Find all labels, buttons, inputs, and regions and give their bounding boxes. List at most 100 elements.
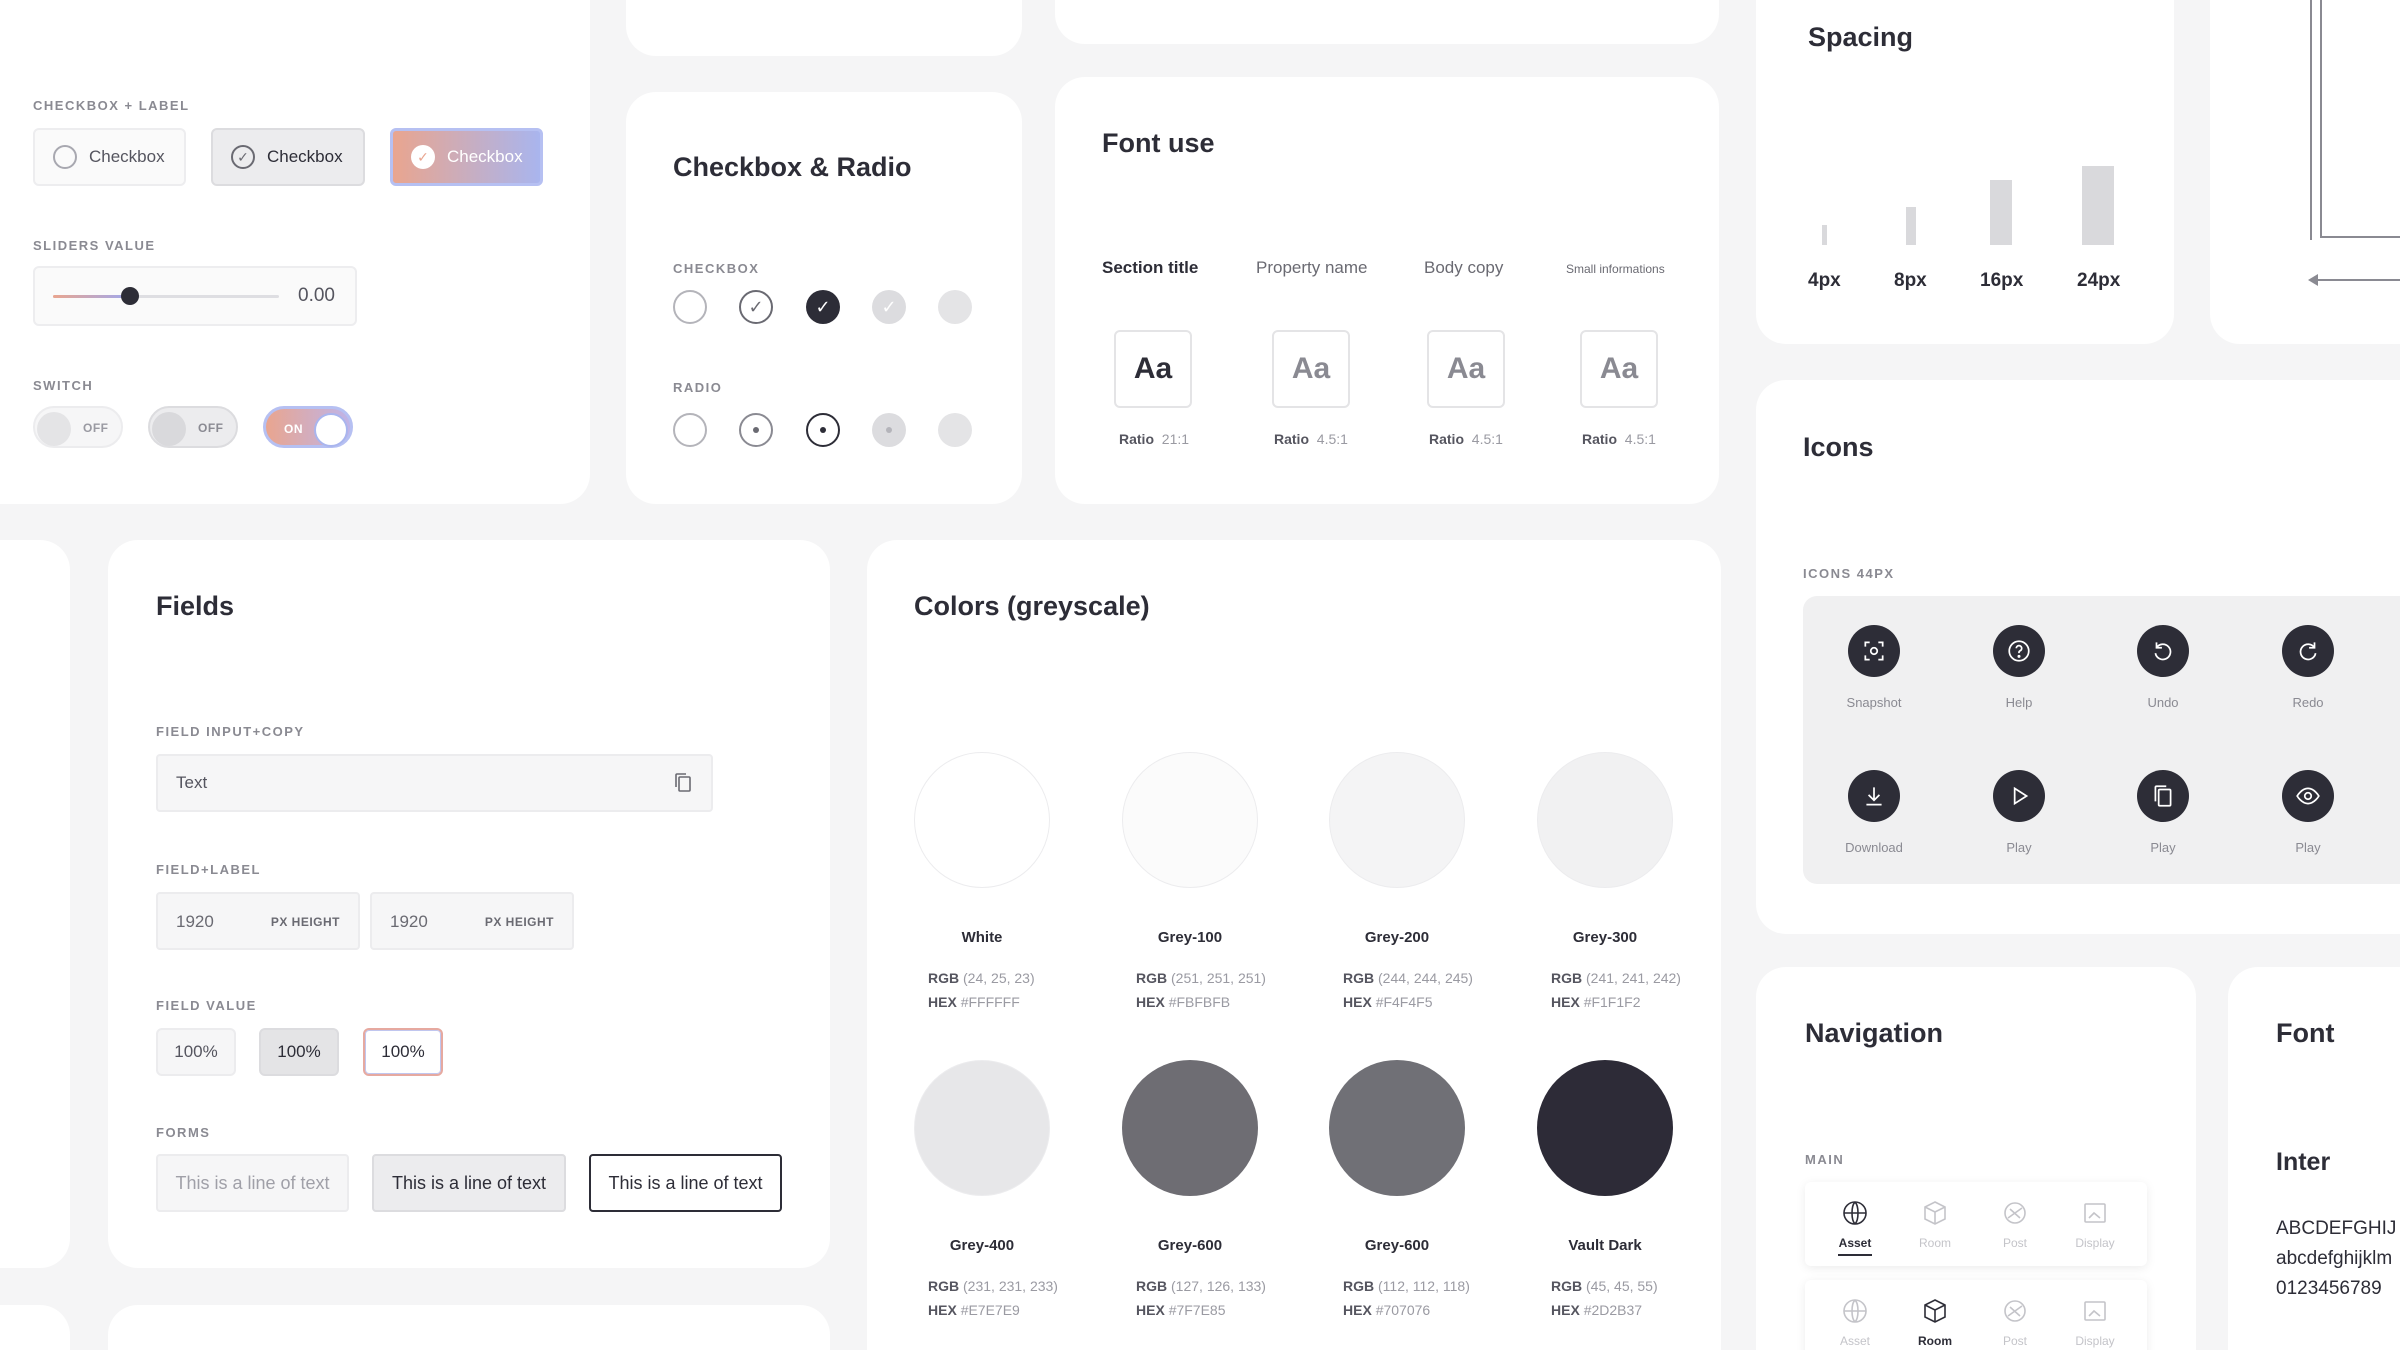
slider-value: 0.00 (298, 285, 335, 306)
slider-handle[interactable] (120, 287, 139, 305)
display-icon (2084, 1203, 2106, 1223)
room-icon (1924, 1299, 1946, 1323)
card-title: Checkbox & Radio (673, 152, 912, 182)
copy-icon[interactable] (673, 772, 693, 794)
number-field[interactable]: 1920 PX HEIGHT (156, 892, 360, 950)
field-unit: PX HEIGHT (270, 915, 340, 929)
checkbox-label-checked[interactable]: ✓ Checkbox (211, 128, 365, 186)
nav-item-label: Display (2075, 1334, 2115, 1348)
card-title: Colors (greyscale) (914, 591, 1150, 621)
switch-knob (37, 412, 71, 446)
swatch-rgb: RGB (45, 45, 55) (1551, 1278, 1658, 1294)
radio-selected-disabled[interactable] (872, 413, 906, 447)
play-icon[interactable] (1993, 770, 2045, 822)
value-field-hover[interactable]: 100% (259, 1028, 339, 1076)
value-field-default[interactable]: 100% (156, 1028, 236, 1076)
switch-state: ON (284, 422, 303, 436)
text-input-copy[interactable]: Text (156, 754, 713, 812)
color-swatch (1329, 752, 1465, 888)
slider-track[interactable] (53, 295, 279, 298)
swatch-rgb: RGB (231, 231, 233) (928, 1278, 1058, 1294)
swatch-name: Grey-600 (1157, 1237, 1223, 1254)
swatch-hex: HEX #7F7E85 (1136, 1302, 1226, 1318)
contrast-ratio: Ratio 4.5:1 (1582, 431, 1656, 447)
nav-item-label: Asset (1839, 1334, 1870, 1348)
checkbox-checked[interactable]: ✓ (739, 290, 773, 324)
form-input-active[interactable]: This is a line of text (589, 1154, 782, 1212)
switch-off[interactable]: OFF (33, 406, 123, 448)
font-use-head: Body copy (1424, 258, 1504, 277)
nav-item-label: Room (1918, 1236, 1951, 1250)
switch-on[interactable]: ON (263, 406, 353, 448)
diagram-line (2320, 0, 2322, 238)
font-sample: Aa (1427, 330, 1505, 408)
copy-icon[interactable] (2137, 770, 2189, 822)
icon-label: Redo (2292, 695, 2324, 710)
eye-icon[interactable] (2282, 770, 2334, 822)
checkbox-label-text: Checkbox (447, 147, 523, 166)
field-value: 1920 (390, 912, 428, 931)
icons-size-heading: ICONS 44PX (1803, 566, 1895, 581)
snapshot-icon[interactable] (1848, 625, 1900, 677)
checkbox-disabled[interactable] (938, 290, 972, 324)
card-title: Fields (156, 591, 235, 621)
nav-item-display[interactable]: Display (2063, 1198, 2127, 1250)
value-field-focus[interactable]: 100% (363, 1028, 443, 1076)
nav-item-display[interactable]: Display (2063, 1296, 2127, 1348)
swatch-name: Grey-100 (1157, 929, 1223, 946)
radio-selected[interactable] (739, 413, 773, 447)
swatch-name: Grey-300 (1572, 929, 1638, 946)
diagram-arrow (2310, 279, 2400, 281)
checkbox-checked-disabled[interactable]: ✓ (872, 290, 906, 324)
radio-disabled[interactable] (938, 413, 972, 447)
nav-item-asset[interactable]: Asset (1823, 1198, 1887, 1256)
asset-icon (1843, 1201, 1867, 1225)
icon-label: Snapshot (1846, 695, 1902, 710)
switch-state: OFF (83, 421, 109, 435)
diagram-line (2320, 236, 2400, 238)
color-swatch (1329, 1060, 1465, 1196)
number-field[interactable]: 1920 PX HEIGHT (370, 892, 574, 950)
form-input-hover[interactable]: This is a line of text (372, 1154, 566, 1212)
room-icon (1924, 1201, 1946, 1225)
card-title: Font use (1102, 128, 1215, 158)
nav-item-asset[interactable]: Asset (1823, 1296, 1887, 1348)
form-input-default[interactable]: This is a line of text (156, 1154, 349, 1212)
slider-fill (53, 295, 130, 298)
nav-item-label: Post (2002, 1236, 2027, 1250)
font-use-head: Property name (1256, 258, 1368, 277)
undo-icon[interactable] (2137, 625, 2189, 677)
font-use-head: Section title (1102, 258, 1199, 277)
field-unit: PX HEIGHT (484, 915, 554, 929)
help-icon[interactable] (1993, 625, 2045, 677)
checkbox-label-active[interactable]: ✓ Checkbox (390, 128, 543, 186)
nav-item-room[interactable]: Room (1903, 1198, 1967, 1250)
nav-item-post[interactable]: Post (1983, 1296, 2047, 1348)
switch-state: OFF (198, 421, 224, 435)
nav-item-post[interactable]: Post (1983, 1198, 2047, 1250)
swatch-rgb: RGB (241, 241, 242) (1551, 970, 1681, 986)
radio-unselected[interactable] (673, 413, 707, 447)
icon-label: Play (2295, 840, 2321, 855)
card-title: Navigation (1805, 1018, 1944, 1048)
redo-icon[interactable] (2282, 625, 2334, 677)
radio-selected-active[interactable] (806, 413, 840, 447)
partial-card-top-1 (626, 0, 1022, 56)
nav-item-room[interactable]: Room (1903, 1296, 1967, 1350)
partial-card-left (0, 540, 70, 1268)
download-icon[interactable] (1848, 770, 1900, 822)
font-lowercase-sample: abcdefghijklm (2276, 1248, 2393, 1269)
swatch-rgb: RGB (244, 244, 245) (1343, 970, 1473, 986)
nav-item-label: Asset (1838, 1236, 1872, 1250)
card-title: Font (2276, 1018, 2335, 1048)
checkbox-checked-active[interactable]: ✓ (806, 290, 840, 324)
icon-label: Undo (2147, 695, 2179, 710)
nav-item-label: Room (1918, 1334, 1952, 1348)
slider-field: 0.00 (33, 266, 357, 326)
checkbox-label-default[interactable]: Checkbox (33, 128, 186, 186)
switch-knob (152, 412, 186, 446)
checkbox-unchecked[interactable] (673, 290, 707, 324)
switch-off-hover[interactable]: OFF (148, 406, 238, 448)
spacing-label: 16px (1980, 270, 2024, 291)
swatch-hex: HEX #2D2B37 (1551, 1302, 1643, 1318)
